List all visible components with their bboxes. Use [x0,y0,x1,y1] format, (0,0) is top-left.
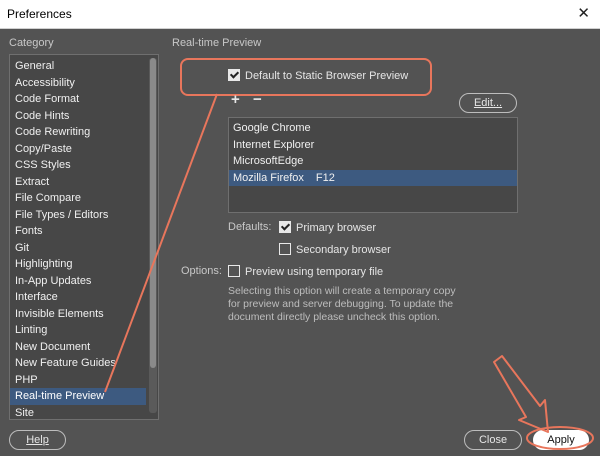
temp-file-option[interactable]: Preview using temporary file [228,265,383,278]
category-item[interactable]: Code Format [10,91,146,108]
category-label: Category [9,37,54,49]
category-list[interactable]: General Accessibility Code Format Code Hint… [9,54,159,420]
category-item[interactable]: Interface [10,289,146,306]
add-browser-icon[interactable]: + [231,91,240,108]
category-item[interactable]: Git [10,240,146,257]
category-item[interactable]: Copy/Paste [10,141,146,158]
category-item[interactable]: File Compare [10,190,146,207]
browser-name: Mozilla Firefox [233,171,304,184]
default-static-preview-label: Default to Static Browser Preview [245,70,409,82]
apply-button[interactable]: Apply [533,430,589,450]
secondary-browser-checkbox[interactable] [279,243,291,255]
category-item[interactable]: In-App Updates [10,273,146,290]
browser-name: MicrosoftEdge [233,155,304,167]
browser-list[interactable]: Google Chrome Internet Explorer Microsof… [228,117,518,213]
default-static-preview-option[interactable]: Default to Static Browser Preview [228,69,408,82]
temp-file-label: Preview using temporary file [245,266,384,278]
scrollbar-thumb[interactable] [150,58,156,368]
primary-browser-checkbox[interactable] [279,221,291,233]
close-icon[interactable]: ✕ [577,4,590,22]
edit-button-label: Edit... [473,97,503,109]
browser-shortcut: F12 [315,171,335,184]
help-button[interactable]: Help [9,430,66,450]
options-label: Options: [181,265,222,277]
edit-button[interactable]: Edit... [459,93,517,113]
browser-item[interactable]: Internet Explorer [229,137,517,154]
category-scrollbar[interactable] [149,58,157,413]
category-item[interactable]: PHP [10,372,146,389]
defaults-label: Defaults: [228,221,272,233]
temp-file-description: Selecting this option will create a temp… [228,285,456,323]
category-item[interactable]: CSS Styles [10,157,146,174]
category-item[interactable]: Invisible Elements [10,306,146,323]
category-item[interactable]: New Feature Guides [10,355,146,372]
browser-item[interactable]: Google Chrome [229,120,517,137]
panel-title: Real-time Preview [172,37,262,49]
browser-name: Google Chrome [233,122,311,134]
category-item-selected[interactable]: Real-time Preview [10,388,146,405]
primary-browser-label: Primary browser [296,222,377,234]
category-item[interactable]: New Document [10,339,146,356]
help-button-label: Help [26,434,49,446]
category-item[interactable]: Linting [10,322,146,339]
default-static-preview-checkbox[interactable] [228,69,240,81]
category-item[interactable]: General [10,58,146,75]
remove-browser-icon[interactable]: − [253,91,262,108]
category-item[interactable]: Code Rewriting [10,124,146,141]
secondary-browser-option[interactable]: Secondary browser [279,243,391,256]
secondary-browser-label: Secondary browser [296,244,391,256]
browser-name: Internet Explorer [233,138,315,151]
category-item[interactable]: Fonts [10,223,146,240]
category-item[interactable]: Code Hints [10,108,146,125]
title-bar: Preferences ✕ [0,0,600,29]
category-item[interactable]: Accessibility [10,75,146,92]
category-item[interactable]: Extract [10,174,146,191]
browser-item-selected[interactable]: Mozilla Firefox F12 [229,169,517,186]
temp-file-checkbox[interactable] [228,265,240,277]
category-item[interactable]: Site [10,405,146,420]
browser-item[interactable]: MicrosoftEdge [229,153,517,170]
primary-browser-option[interactable]: Primary browser [279,221,376,234]
close-button[interactable]: Close [464,430,522,450]
category-item[interactable]: File Types / Editors [10,207,146,224]
annotation-arrow-icon [493,355,549,433]
category-item[interactable]: Highlighting [10,256,146,273]
window-title: Preferences [7,7,72,21]
